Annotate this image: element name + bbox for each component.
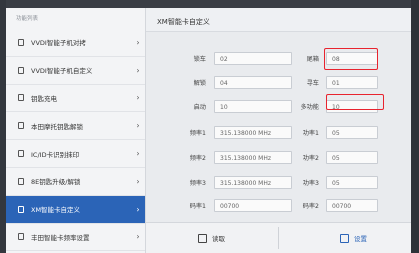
action-bar: 读取 设置: [146, 222, 411, 253]
sidebar-item-toyota-freq[interactable]: 丰田智能卡频率设置 ›: [6, 224, 145, 252]
multi-highlight-box: [326, 94, 384, 110]
freq2-input[interactable]: 315.138000 MHz: [214, 151, 292, 164]
sidebar-item-vvdi-custom[interactable]: VVDI智能子机自定义 ›: [6, 57, 145, 85]
key-icon: [16, 121, 25, 130]
card-icon: [16, 205, 25, 214]
freq3-label: 频率3: [189, 180, 206, 187]
device-bezel-top: [0, 0, 419, 8]
main-panel: XM智能卡自定义 锁车 02 解锁 04 启动 10 频率1 315.13800…: [146, 8, 411, 253]
freq3-input[interactable]: 315.138000 MHz: [214, 176, 292, 189]
battery-icon: [16, 93, 25, 102]
pow3-label: 功率3: [302, 180, 319, 187]
chevron-right-icon: ›: [136, 149, 140, 159]
sidebar-item-vvdi-copy[interactable]: VVDI智能子机对拷 ›: [6, 29, 145, 57]
page-title: XM智能卡自定义: [146, 8, 411, 32]
code1-label: 码率1: [189, 203, 206, 210]
settings-button[interactable]: 设置: [340, 227, 367, 249]
sidebar-item-label: 本田摩托钥匙解锁: [31, 122, 83, 131]
pow1-input[interactable]: 05: [326, 126, 378, 139]
freq1-input[interactable]: 315.138000 MHz: [214, 126, 292, 139]
card-icon: [16, 149, 25, 158]
sidebar-item-key-charge[interactable]: 钥匙充电 ›: [6, 85, 145, 113]
button-divider: [278, 227, 279, 249]
sidebar-item-8e-upgrade[interactable]: 8E钥匙升级/解锁 ›: [6, 168, 145, 196]
chevron-right-icon: ›: [136, 65, 140, 75]
chevron-right-icon: ›: [136, 176, 140, 186]
key-icon: [16, 38, 25, 47]
trunk-highlight-box: [324, 48, 378, 70]
chevron-right-icon: ›: [136, 121, 140, 131]
sidebar-item-label: VVDI智能子机对拷: [31, 39, 86, 48]
pow3-input[interactable]: 05: [326, 176, 378, 189]
read-button[interactable]: 读取: [198, 227, 225, 249]
key-icon: [16, 232, 25, 241]
multi-label: 多功能: [300, 104, 319, 111]
lock-input[interactable]: 02: [214, 52, 292, 65]
unlock-label: 解锁: [193, 80, 206, 87]
lock-label: 锁车: [193, 56, 206, 63]
freq1-label: 频率1: [189, 130, 206, 137]
freq2-label: 频率2: [189, 155, 206, 162]
device-bezel-right: [411, 0, 419, 253]
read-button-label: 读取: [212, 235, 225, 243]
code2-input[interactable]: 00700: [326, 199, 378, 212]
chevron-right-icon: ›: [136, 37, 140, 47]
sidebar-item-label: 钥匙充电: [31, 94, 57, 103]
sidebar-item-label: 丰田智能卡频率设置: [31, 233, 90, 242]
start-input[interactable]: 10: [214, 100, 292, 113]
pow2-label: 功率2: [302, 155, 319, 162]
unlock-input[interactable]: 04: [214, 76, 292, 89]
sidebar-header: 功能列表: [16, 16, 39, 22]
read-icon: [198, 233, 207, 243]
device-screen: 功能列表 VVDI智能子机对拷 › VVDI智能子机自定义 › 钥匙充电 › 本…: [6, 8, 411, 253]
pow2-input[interactable]: 05: [326, 151, 378, 164]
edit-icon: [340, 233, 349, 243]
key-icon: [16, 66, 25, 75]
code2-label: 码率2: [302, 203, 319, 210]
settings-button-label: 设置: [354, 235, 367, 243]
sidebar: 功能列表 VVDI智能子机对拷 › VVDI智能子机自定义 › 钥匙充电 › 本…: [6, 8, 146, 253]
code1-input[interactable]: 00700: [214, 199, 292, 212]
chevron-right-icon: ›: [136, 93, 140, 103]
find-input[interactable]: 01: [326, 76, 378, 89]
chevron-right-icon: ›: [136, 232, 140, 242]
chevron-right-icon: ›: [136, 204, 140, 214]
sidebar-item-label: IC/ID卡识别抹印: [31, 150, 80, 159]
sidebar-item-xm-smart-card[interactable]: XM智能卡自定义 ›: [6, 195, 145, 224]
sidebar-item-label: 8E钥匙升级/解锁: [31, 178, 81, 187]
sidebar-item-honda-unlock[interactable]: 本田摩托钥匙解锁 ›: [6, 112, 145, 141]
pow1-label: 功率1: [302, 130, 319, 137]
start-label: 启动: [193, 104, 206, 111]
sidebar-item-ic-id[interactable]: IC/ID卡识别抹印 ›: [6, 140, 145, 168]
sidebar-item-label: XM智能卡自定义: [31, 206, 81, 215]
key-icon: [16, 177, 25, 186]
find-label: 寻车: [306, 80, 319, 87]
trunk-label: 尾箱: [306, 56, 319, 63]
sidebar-item-label: VVDI智能子机自定义: [31, 67, 93, 76]
